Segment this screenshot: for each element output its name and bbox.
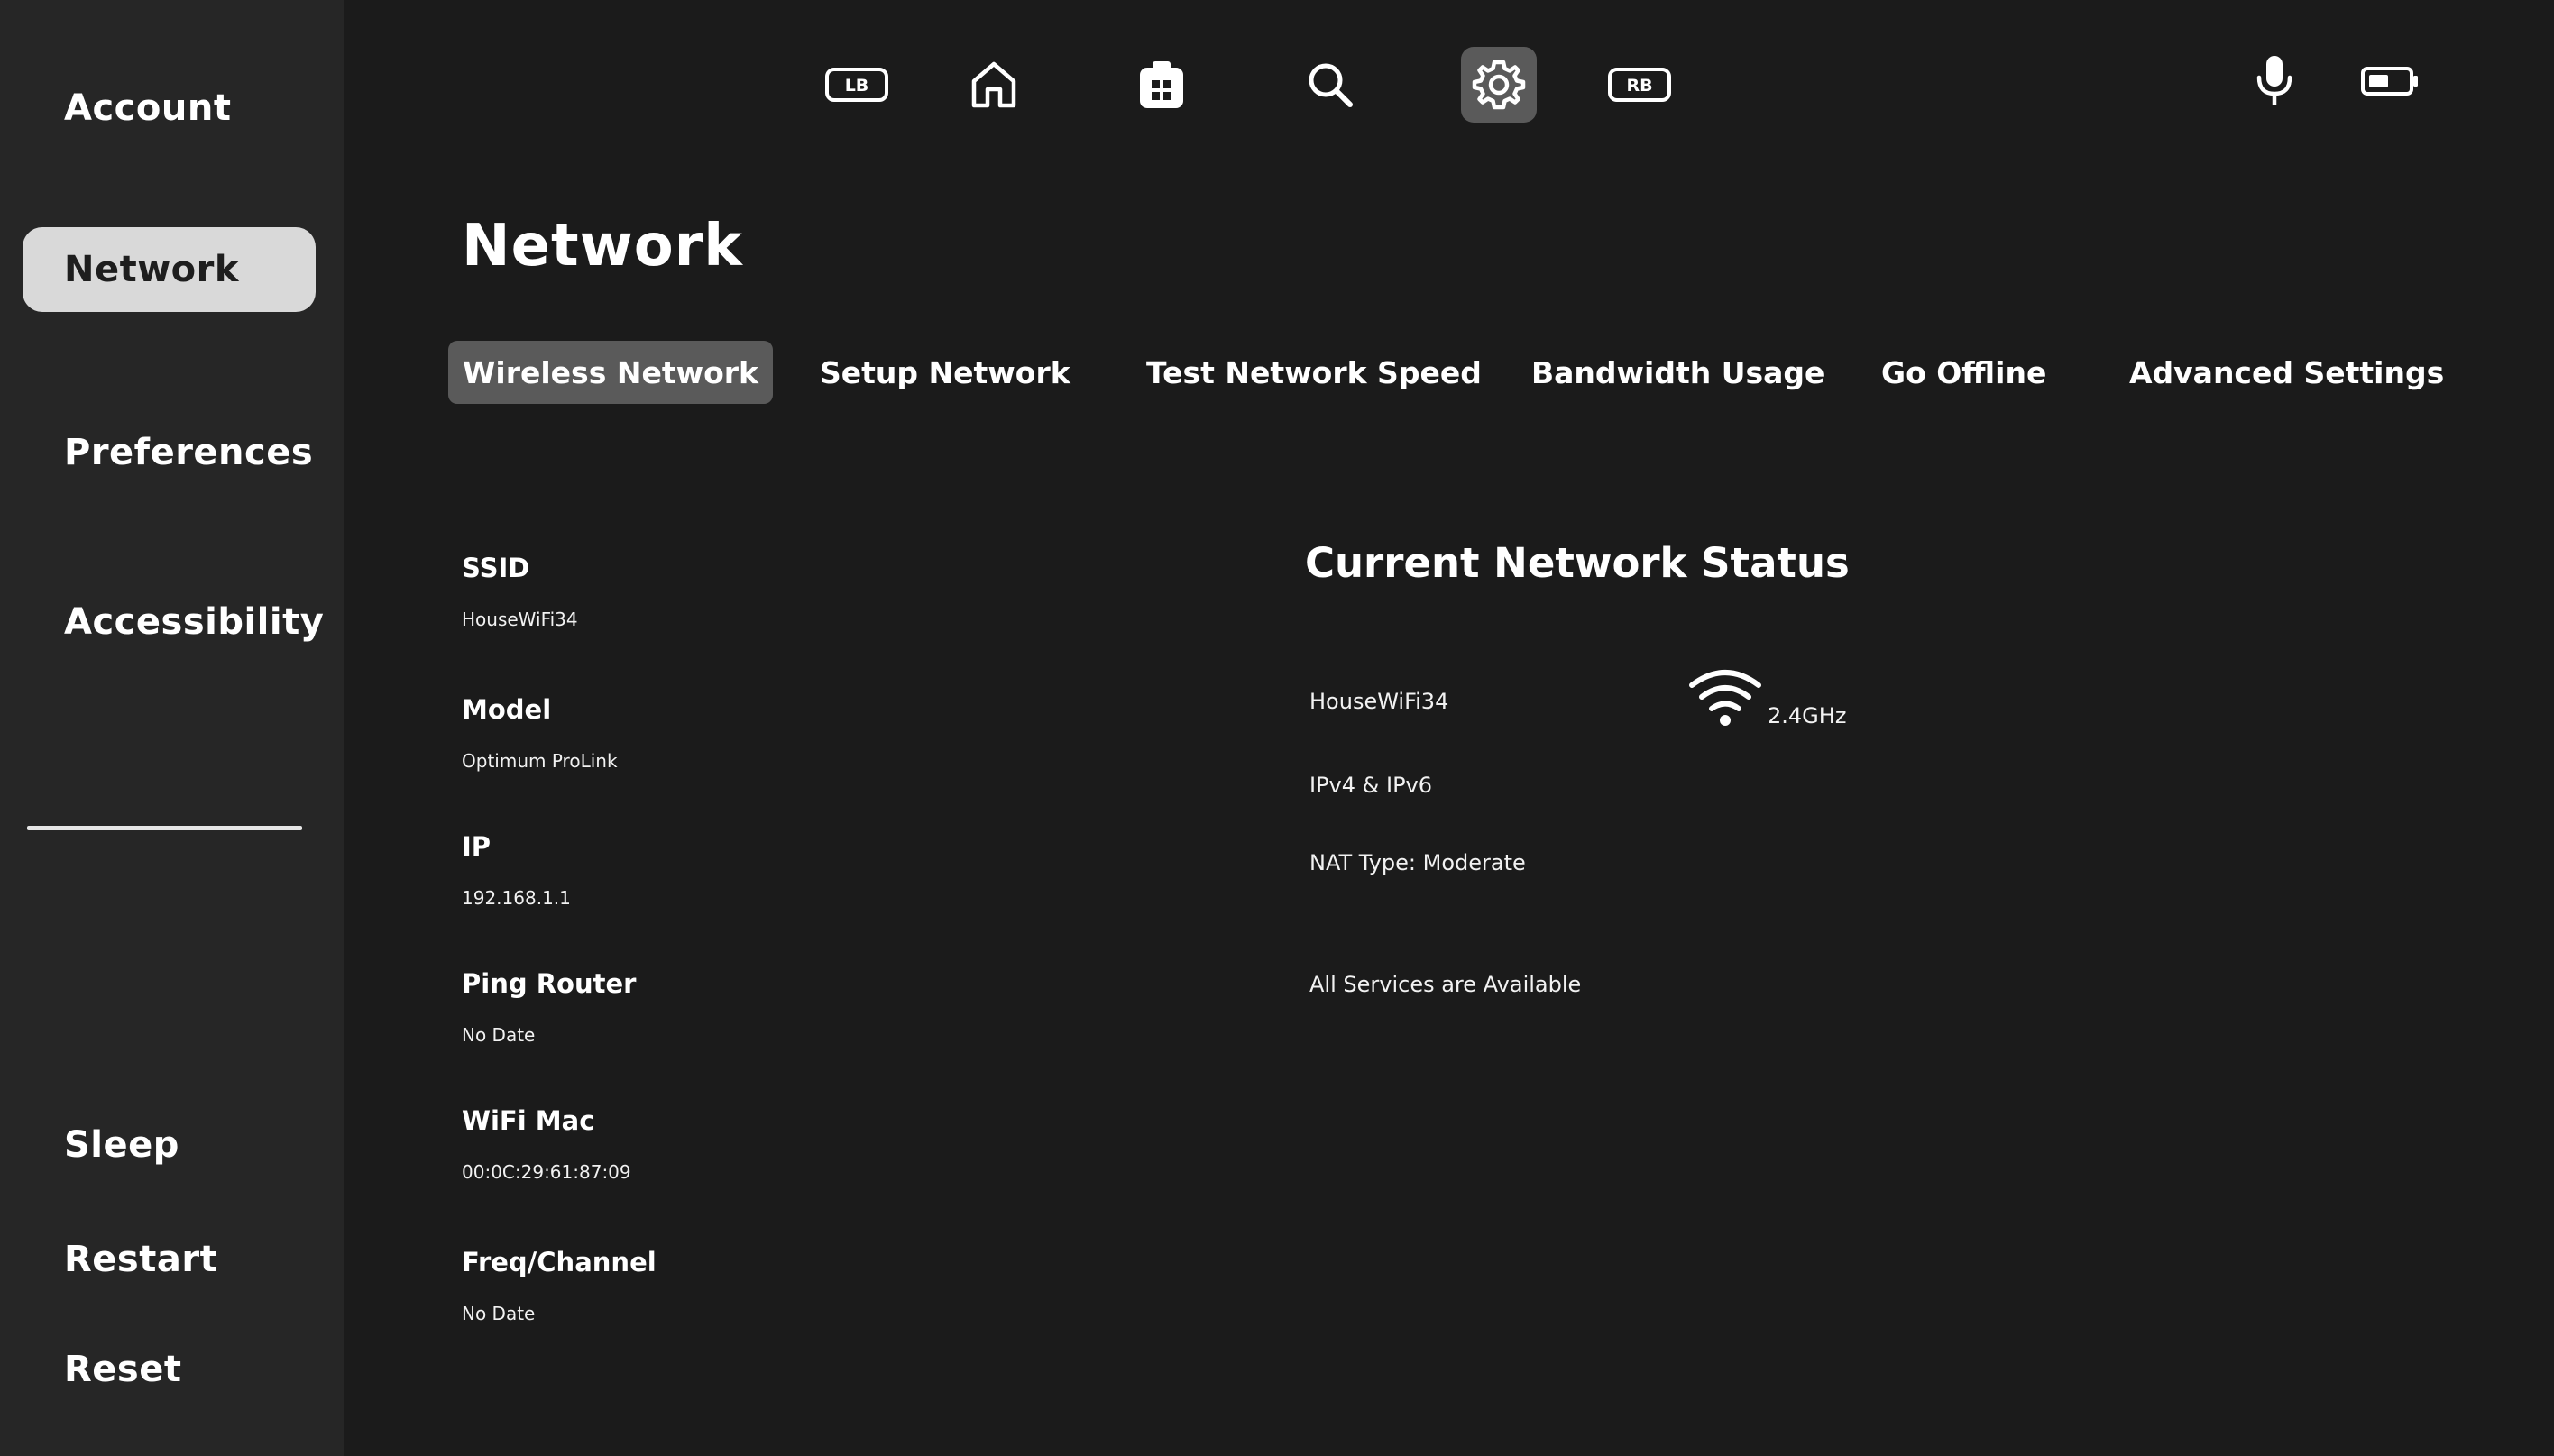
sidebar: Account Network Preferences Accessibilit…: [0, 0, 344, 1456]
sidebar-item-network[interactable]: Network: [23, 227, 316, 312]
network-status-title: Current Network Status: [1305, 539, 1850, 587]
sidebar-item-sleep[interactable]: Sleep: [23, 1103, 316, 1187]
battery-icon: [2352, 43, 2428, 119]
rb-label: RB: [1626, 76, 1652, 96]
tab-bandwidth-usage[interactable]: Bandwidth Usage: [1517, 341, 1839, 404]
settings-icon[interactable]: [1461, 47, 1537, 123]
wifi-band: 2.4GHz: [1768, 703, 1847, 728]
tab-setup-network[interactable]: Setup Network: [805, 341, 1085, 404]
page-title: Network: [462, 213, 743, 279]
wifi-mac-value: 00:0C:29:61:87:09: [462, 1161, 631, 1183]
wifi-mac-label: WiFi Mac: [462, 1105, 595, 1136]
sidebar-item-account[interactable]: Account: [23, 66, 316, 151]
tab-advanced-settings[interactable]: Advanced Settings: [2115, 341, 2458, 404]
lb-label: LB: [845, 76, 869, 96]
model-value: Optimum ProLink: [462, 750, 618, 772]
sidebar-item-restart[interactable]: Restart: [23, 1217, 316, 1302]
tab-wireless-network[interactable]: Wireless Network: [448, 341, 773, 404]
sidebar-item-accessibility[interactable]: Accessibility: [23, 580, 324, 664]
status-services: All Services are Available: [1309, 972, 1582, 997]
wifi-icon: [1686, 667, 1764, 728]
sidebar-divider: [27, 826, 302, 830]
model-label: Model: [462, 694, 552, 725]
status-protocol: IPv4 & IPv6: [1309, 773, 1433, 798]
microphone-icon[interactable]: [2237, 43, 2312, 119]
sidebar-item-preferences[interactable]: Preferences: [23, 410, 316, 495]
ping-router-value: No Date: [462, 1024, 536, 1046]
ip-value: 192.168.1.1: [462, 887, 571, 909]
tab-go-offline[interactable]: Go Offline: [1867, 341, 2061, 404]
search-icon[interactable]: [1292, 47, 1368, 123]
lb-bumper-icon[interactable]: LB: [819, 47, 895, 123]
tab-test-network-speed[interactable]: Test Network Speed: [1132, 341, 1496, 404]
ssid-value: HouseWiFi34: [462, 609, 578, 630]
status-nat-type: NAT Type: Moderate: [1309, 850, 1526, 875]
freq-channel-value: No Date: [462, 1303, 536, 1324]
apps-icon[interactable]: [1124, 47, 1199, 123]
sidebar-item-reset[interactable]: Reset: [23, 1327, 316, 1412]
freq-channel-label: Freq/Channel: [462, 1247, 657, 1277]
status-ssid: HouseWiFi34: [1309, 689, 1449, 714]
ping-router-label: Ping Router: [462, 968, 637, 999]
ssid-label: SSID: [462, 553, 530, 583]
rb-bumper-icon[interactable]: RB: [1602, 47, 1677, 123]
ip-label: IP: [462, 831, 492, 862]
home-icon[interactable]: [956, 47, 1032, 123]
